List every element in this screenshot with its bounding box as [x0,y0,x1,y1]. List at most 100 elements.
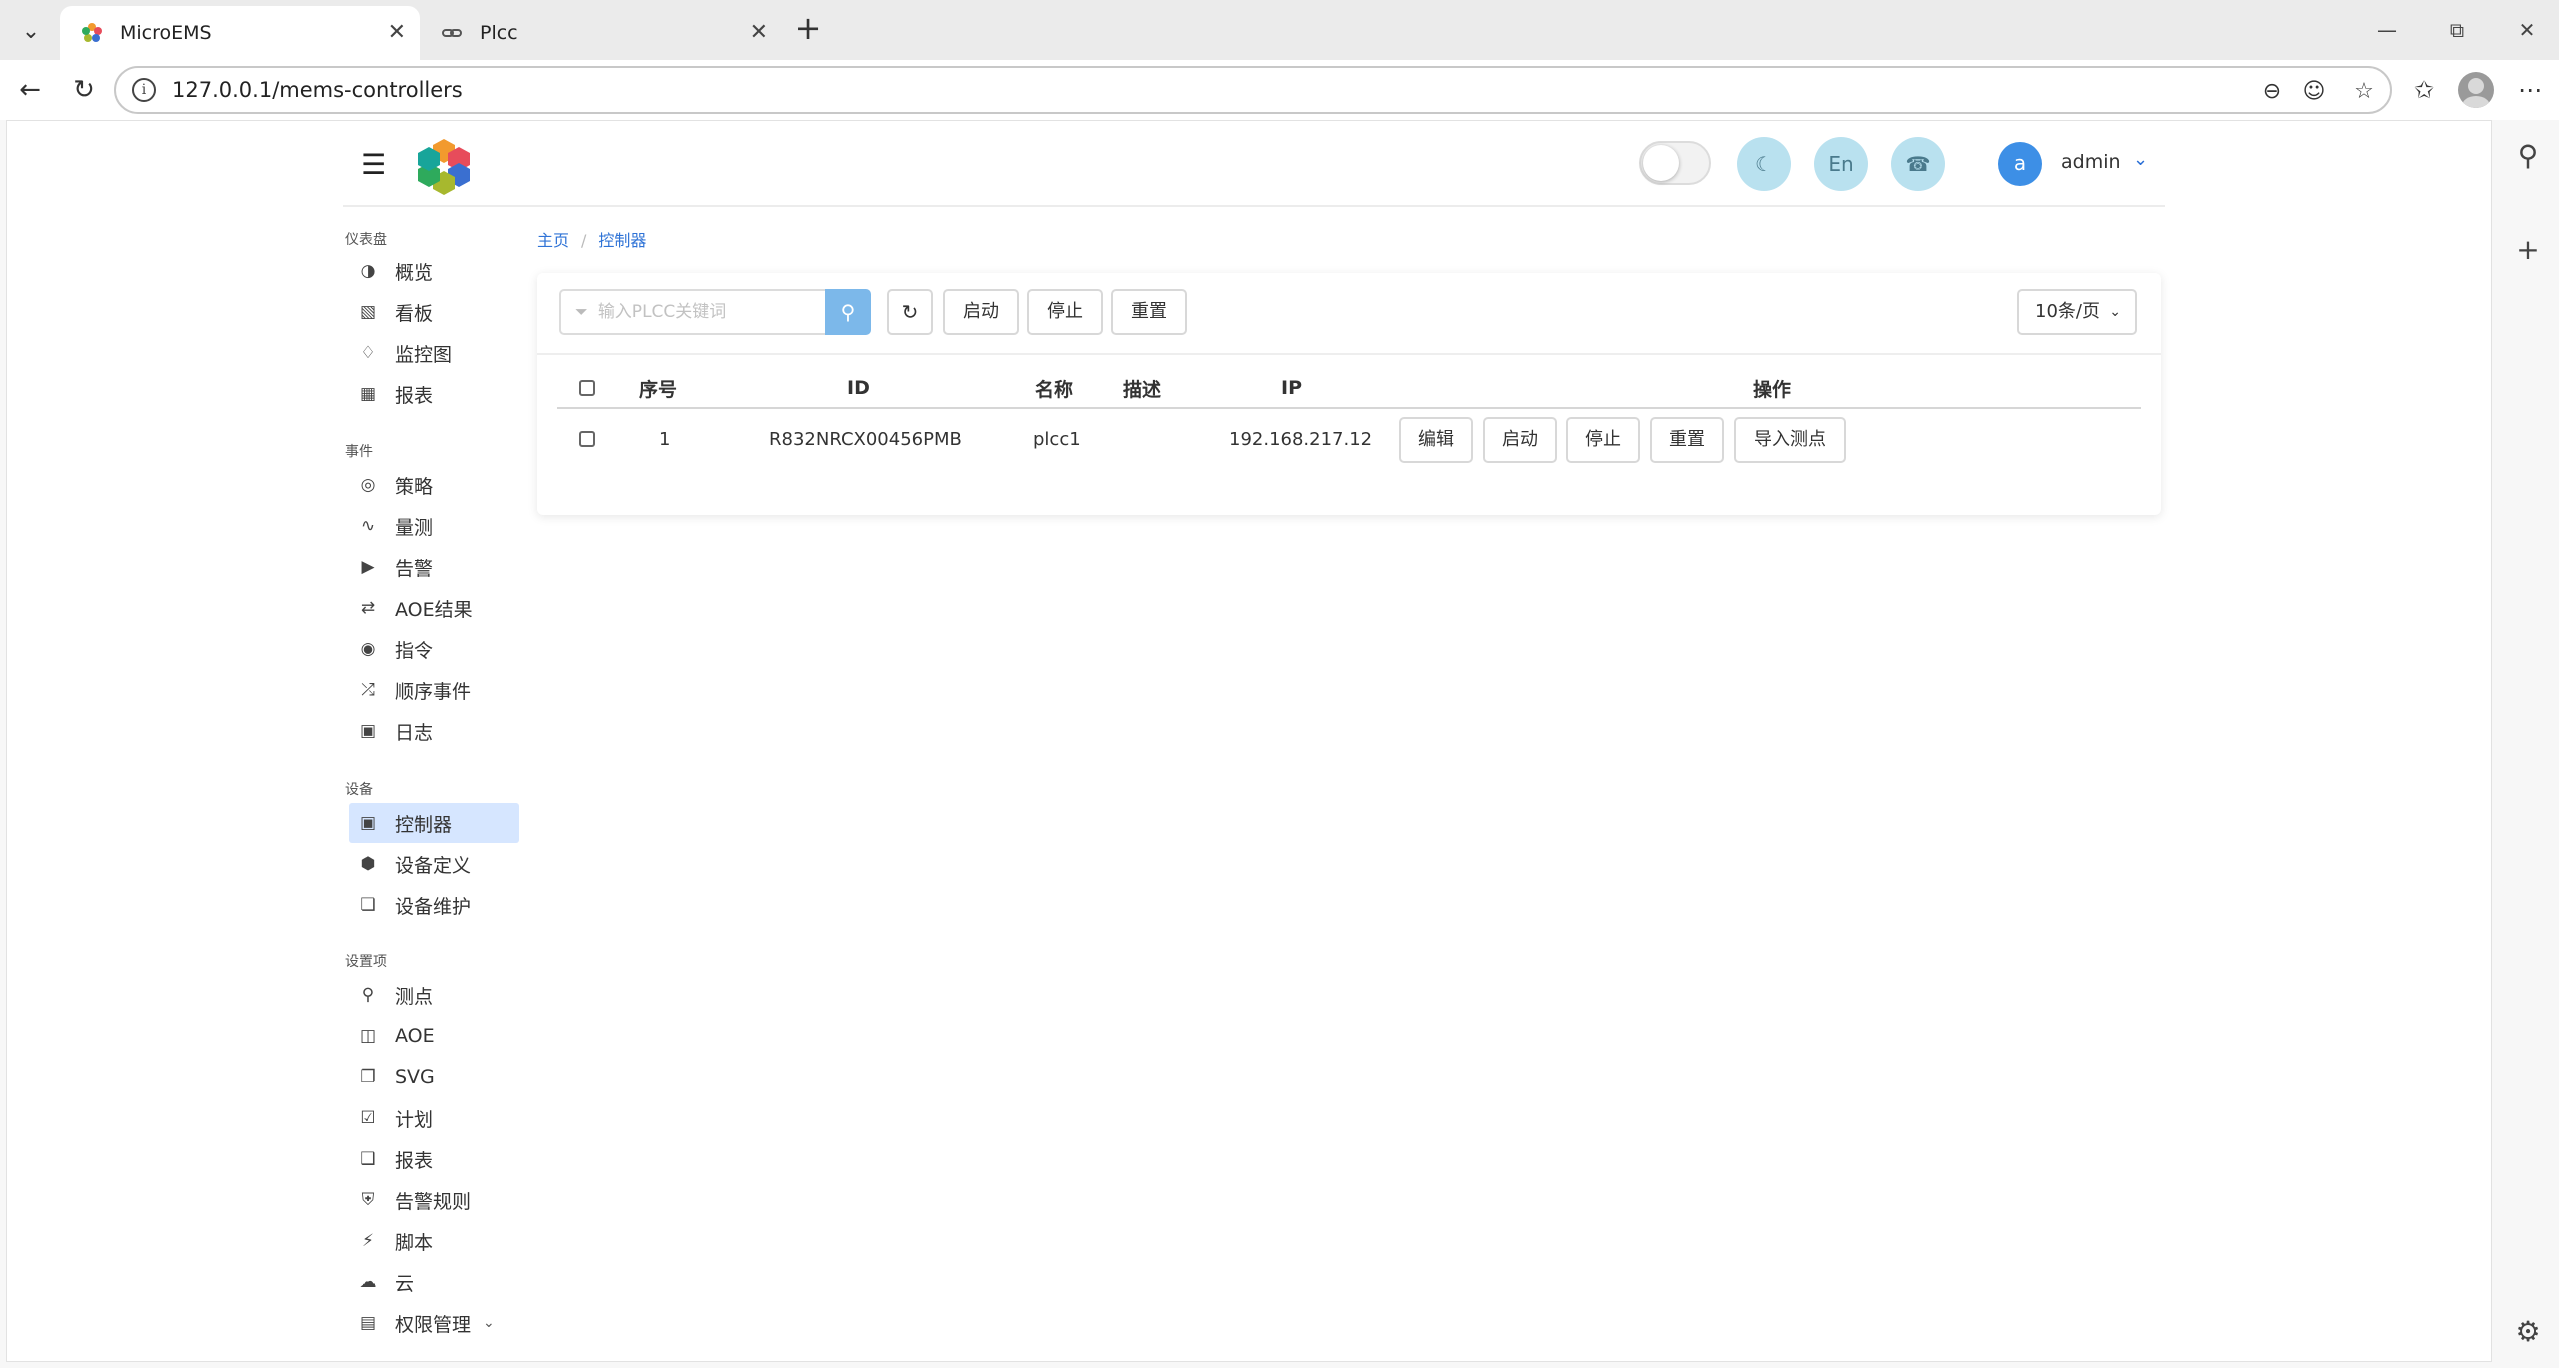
address-url[interactable]: 127.0.0.1/mems-controllers [172,78,463,102]
section-dashboard: 仪表盘 [345,232,387,248]
close-window-icon[interactable]: ✕ [2502,10,2552,50]
site-info-icon[interactable]: i [132,78,156,102]
chevron-down-icon: ⌄ [2109,304,2121,320]
minimize-window-icon[interactable]: — [2362,10,2412,50]
sidebar-item-command[interactable]: ◉ 指令 [349,629,519,669]
settings-gear-icon[interactable]: ⚙ [2506,1310,2550,1354]
sidebar-item-svg[interactable]: ❐ SVG [349,1057,519,1097]
browser-address-row: ← ↻ i 127.0.0.1/mems-controllers ⊖ ☺ ☆ ✩… [0,60,2559,120]
shield-icon: ⛨ [361,1190,375,1210]
user-avatar[interactable]: a [1998,142,2042,186]
app-header: ☰ ☾ En ☎ a admin ⌄ [343,121,2165,207]
search-input[interactable] [597,302,808,322]
reset-all-button[interactable]: 重置 [1111,289,1187,335]
new-tab-button[interactable]: + [790,12,826,48]
restore-window-icon[interactable]: ⧉ [2432,10,2482,50]
import-points-button[interactable]: 导入测点 [1734,417,1846,463]
sidebar-item-alarm[interactable]: ▶ 告警 [349,547,519,587]
favorites-list-icon[interactable]: ✩ [2404,70,2444,110]
row-id: R832NRCX00456PMB [769,428,962,450]
sidebar-item-label: 计划 [395,1108,434,1131]
sidebar-item-label: 看板 [395,302,434,325]
sidebar-nav: 仪表盘 ◑ 概览 ▧ 看板 ♢ 监控图 ▦ 报表 事件 ◎ 策略 ∿ 量测 ▶ 告警 ⇄ AOE… [343,207,521,1361]
browser-profile-avatar[interactable] [2458,72,2494,108]
browser-tab-plcc[interactable]: Plcc ✕ [420,6,782,60]
sidebar-item-label: SVG [395,1066,435,1088]
sidebar-item-measure[interactable]: ∿ 量测 [349,506,519,546]
sidebar-item-device-definition[interactable]: ⬢ 设备定义 [349,844,519,884]
sidebar-item-permissions[interactable]: ▤ 权限管理 ⌄ [349,1303,519,1343]
stop-all-button[interactable]: 停止 [1027,289,1103,335]
sidebar-item-report-settings[interactable]: ❑ 报表 [349,1139,519,1179]
search-icon[interactable]: ⚲ [2506,134,2550,178]
sidebar-item-aoe-result[interactable]: ⇄ AOE结果 [349,588,519,628]
retweet-icon: ⇄ [360,598,376,618]
sidebar-item-report[interactable]: ▦ 报表 [349,374,519,414]
zoom-out-icon[interactable]: ⊖ [2256,76,2288,108]
cubes-icon: ❏ [360,895,376,915]
stop-button[interactable]: 停止 [1566,417,1640,463]
sidebar-item-aoe[interactable]: ◫ AOE [349,1016,519,1056]
sidebar-item-script[interactable]: ⚡ 脚本 [349,1221,519,1261]
close-tab-icon[interactable]: ✕ [388,20,406,45]
megaphone-icon: ▶ [361,557,375,577]
reset-button[interactable]: 重置 [1650,417,1724,463]
notification-bell-icon[interactable]: ☎ [1891,137,1945,191]
address-bar[interactable]: i 127.0.0.1/mems-controllers ⊖ ☺ ☆ [114,66,2392,114]
favorite-star-icon[interactable]: ☆ [2348,76,2380,108]
table-icon: ▦ [359,384,377,404]
edit-button[interactable]: 编辑 [1399,417,1473,463]
reload-icon[interactable]: ↻ [64,70,104,110]
sitemap-icon: ♢ [360,343,376,363]
sidebar-item-cloud[interactable]: ☁ 云 [349,1262,519,1302]
controller-icon: ▣ [359,813,377,833]
dark-mode-moon-icon[interactable]: ☾ [1737,137,1791,191]
search-button[interactable]: ⚲ [825,289,871,335]
browser-tab-microems[interactable]: MicroEMS ✕ [60,6,420,60]
username-label[interactable]: admin [2061,151,2121,173]
sidebar-item-controller[interactable]: ▣ 控制器 [349,803,519,843]
col-actions: 操作 [1753,378,1792,401]
sidebar-item-label: 脚本 [395,1231,434,1254]
sidebar-item-monitor[interactable]: ♢ 监控图 [349,333,519,373]
tab-list-dropdown-icon[interactable]: ⌄ [14,14,48,48]
col-ip: IP [1281,377,1302,399]
tab-label: MicroEMS [120,22,212,44]
sidebar-item-label: 量测 [395,516,434,539]
select-all-checkbox[interactable] [579,369,595,407]
filter-icon: ⏷ [575,302,588,321]
sidebar-item-alarm-rules[interactable]: ⛨ 告警规则 [349,1180,519,1220]
sidebar-item-overview[interactable]: ◑ 概览 [349,251,519,291]
sidebar-item-plan[interactable]: ☑ 计划 [349,1098,519,1138]
language-button[interactable]: En [1814,137,1868,191]
menu-toggle-icon[interactable]: ☰ [361,151,386,179]
back-arrow-icon[interactable]: ← [10,70,50,110]
sidebar-item-label: 日志 [395,721,434,744]
theme-toggle-switch[interactable] [1639,141,1711,185]
reading-mode-icon[interactable]: ☺ [2298,76,2330,108]
sidebar-item-device-maintenance[interactable]: ❏ 设备维护 [349,885,519,925]
more-menu-icon[interactable]: ⋯ [2510,70,2550,110]
close-tab-icon[interactable]: ✕ [750,20,768,45]
sidebar-item-board[interactable]: ▧ 看板 [349,292,519,332]
row-checkbox[interactable] [579,411,595,467]
sidebar-item-label: 策略 [395,475,434,498]
web-page: ☰ ☾ En ☎ a admin ⌄ 仪表盘 ◑ 概览 ▧ 看板 ♢ 监控图 ▦ 报表 … [6,120,2492,1362]
clone-icon: ❐ [360,1067,376,1087]
breadcrumb-home-link[interactable]: 主页 [537,231,569,250]
start-button[interactable]: 启动 [1483,417,1557,463]
sidebar-item-strategy[interactable]: ◎ 策略 [349,465,519,505]
browser-side-bar: ⚲ + ⚙ [2496,120,2559,1368]
sidebar-item-points[interactable]: ⚲ 测点 [349,975,519,1015]
add-icon[interactable]: + [2506,228,2550,272]
sidebar-item-log[interactable]: ▣ 日志 [349,711,519,751]
refresh-icon: ↻ [901,300,919,324]
page-size-select[interactable]: 10条/页 ⌄ [2017,289,2137,335]
sidebar-item-label: 报表 [395,1149,434,1172]
sidebar-item-sequence-events[interactable]: ⤮ 顺序事件 [349,670,519,710]
diagram-icon: ◫ [359,1026,377,1046]
start-all-button[interactable]: 启动 [943,289,1019,335]
refresh-button[interactable]: ↻ [887,289,933,335]
app-logo[interactable] [415,137,473,195]
chevron-down-icon[interactable]: ⌄ [2133,149,2148,170]
